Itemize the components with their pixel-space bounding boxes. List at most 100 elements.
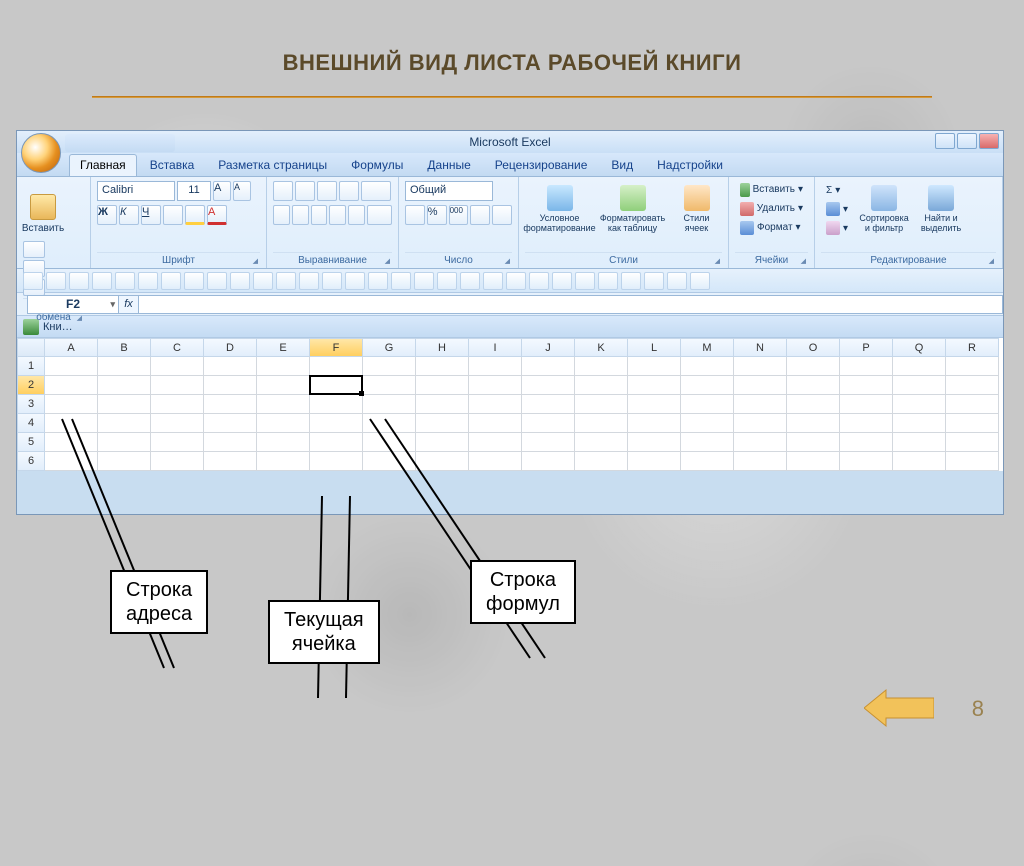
find-select-button[interactable]: Найти и выделить bbox=[915, 181, 967, 237]
tb-btn[interactable] bbox=[552, 272, 572, 290]
tb-btn[interactable] bbox=[391, 272, 411, 290]
underline-button[interactable]: Ч bbox=[141, 205, 161, 225]
font-color-button[interactable]: A bbox=[207, 205, 227, 225]
tb-btn[interactable] bbox=[690, 272, 710, 290]
tab-data[interactable]: Данные bbox=[416, 154, 481, 176]
fx-button[interactable]: fx bbox=[119, 295, 139, 314]
col-Q[interactable]: Q bbox=[893, 338, 946, 357]
tab-insert[interactable]: Вставка bbox=[139, 154, 206, 176]
tb-btn[interactable] bbox=[483, 272, 503, 290]
col-I[interactable]: I bbox=[469, 338, 522, 357]
clear-button[interactable]: ▾ bbox=[821, 220, 853, 237]
col-R[interactable]: R bbox=[946, 338, 999, 357]
decrease-decimal-button[interactable] bbox=[492, 205, 512, 225]
format-cells-button[interactable]: Формат ▾ bbox=[735, 219, 808, 236]
tb-btn[interactable] bbox=[345, 272, 365, 290]
tb-btn[interactable] bbox=[460, 272, 480, 290]
tb-btn[interactable] bbox=[253, 272, 273, 290]
insert-cells-button[interactable]: Вставить ▾ bbox=[735, 181, 808, 198]
decrease-indent-button[interactable] bbox=[329, 205, 346, 225]
increase-decimal-button[interactable] bbox=[470, 205, 490, 225]
row-1[interactable]: 1 bbox=[17, 357, 45, 376]
tb-btn[interactable] bbox=[46, 272, 66, 290]
align-middle-button[interactable] bbox=[295, 181, 315, 201]
increase-indent-button[interactable] bbox=[348, 205, 365, 225]
minimize-button[interactable] bbox=[935, 133, 955, 149]
font-size-combo[interactable]: 11 bbox=[177, 181, 211, 201]
tb-btn[interactable] bbox=[667, 272, 687, 290]
tb-btn[interactable] bbox=[529, 272, 549, 290]
tb-btn[interactable] bbox=[644, 272, 664, 290]
align-right-button[interactable] bbox=[311, 205, 328, 225]
tb-btn[interactable] bbox=[598, 272, 618, 290]
bold-button[interactable]: Ж bbox=[97, 205, 117, 225]
tb-btn[interactable] bbox=[207, 272, 227, 290]
col-G[interactable]: G bbox=[363, 338, 416, 357]
col-O[interactable]: O bbox=[787, 338, 840, 357]
align-left-button[interactable] bbox=[273, 205, 290, 225]
col-L[interactable]: L bbox=[628, 338, 681, 357]
close-button[interactable] bbox=[979, 133, 999, 149]
autosum-button[interactable]: Σ ▾ bbox=[821, 182, 853, 199]
tb-btn[interactable] bbox=[437, 272, 457, 290]
col-A[interactable]: A bbox=[45, 338, 98, 357]
paste-button[interactable]: Вставить bbox=[23, 181, 63, 237]
tb-btn[interactable] bbox=[299, 272, 319, 290]
format-as-table-button[interactable]: Форматировать как таблицу bbox=[600, 181, 666, 237]
name-box[interactable]: F2 bbox=[27, 295, 119, 314]
tab-formulas[interactable]: Формулы bbox=[340, 154, 414, 176]
tab-home[interactable]: Главная bbox=[69, 154, 137, 176]
tb-btn[interactable] bbox=[322, 272, 342, 290]
tb-btn[interactable] bbox=[115, 272, 135, 290]
cut-button[interactable] bbox=[23, 241, 45, 258]
office-button[interactable] bbox=[21, 133, 61, 173]
col-P[interactable]: P bbox=[840, 338, 893, 357]
tb-btn[interactable] bbox=[138, 272, 158, 290]
tb-btn[interactable] bbox=[575, 272, 595, 290]
tb-btn[interactable] bbox=[184, 272, 204, 290]
col-F[interactable]: F bbox=[310, 338, 363, 357]
tab-addins[interactable]: Надстройки bbox=[646, 154, 734, 176]
tb-btn[interactable] bbox=[23, 272, 43, 290]
delete-cells-button[interactable]: Удалить ▾ bbox=[735, 200, 808, 217]
tb-btn[interactable] bbox=[276, 272, 296, 290]
row-6[interactable]: 6 bbox=[17, 452, 45, 471]
row-5[interactable]: 5 bbox=[17, 433, 45, 452]
tb-btn[interactable] bbox=[506, 272, 526, 290]
border-button[interactable] bbox=[163, 205, 183, 225]
italic-button[interactable]: К bbox=[119, 205, 139, 225]
col-J[interactable]: J bbox=[522, 338, 575, 357]
col-K[interactable]: K bbox=[575, 338, 628, 357]
row-2[interactable]: 2 bbox=[17, 376, 45, 395]
tb-btn[interactable] bbox=[69, 272, 89, 290]
comma-button[interactable]: 000 bbox=[449, 205, 469, 225]
tab-page-layout[interactable]: Разметка страницы bbox=[207, 154, 338, 176]
cell-styles-button[interactable]: Стили ячеек bbox=[673, 181, 721, 237]
spreadsheet-grid[interactable]: A B C D E F G H I J K L M N O P Q R 1 2 … bbox=[17, 338, 1003, 471]
orientation-button[interactable] bbox=[339, 181, 359, 201]
col-B[interactable]: B bbox=[98, 338, 151, 357]
tab-review[interactable]: Рецензирование bbox=[484, 154, 599, 176]
tab-view[interactable]: Вид bbox=[600, 154, 644, 176]
select-all-corner[interactable] bbox=[17, 338, 45, 357]
back-arrow-button[interactable] bbox=[864, 688, 934, 728]
align-top-button[interactable] bbox=[273, 181, 293, 201]
maximize-button[interactable] bbox=[957, 133, 977, 149]
wrap-text-button[interactable] bbox=[361, 181, 391, 201]
increase-font-button[interactable]: A bbox=[213, 181, 231, 201]
tb-btn[interactable] bbox=[230, 272, 250, 290]
col-M[interactable]: M bbox=[681, 338, 734, 357]
align-center-button[interactable] bbox=[292, 205, 309, 225]
number-format-combo[interactable]: Общий bbox=[405, 181, 493, 201]
tb-btn[interactable] bbox=[368, 272, 388, 290]
merge-button[interactable] bbox=[367, 205, 392, 225]
tb-btn[interactable] bbox=[414, 272, 434, 290]
decrease-font-button[interactable]: A bbox=[233, 181, 251, 201]
col-E[interactable]: E bbox=[257, 338, 310, 357]
formula-input[interactable] bbox=[139, 295, 1003, 314]
col-D[interactable]: D bbox=[204, 338, 257, 357]
quick-access-toolbar[interactable] bbox=[65, 134, 175, 152]
align-bottom-button[interactable] bbox=[317, 181, 337, 201]
row-4[interactable]: 4 bbox=[17, 414, 45, 433]
percent-button[interactable]: % bbox=[427, 205, 447, 225]
